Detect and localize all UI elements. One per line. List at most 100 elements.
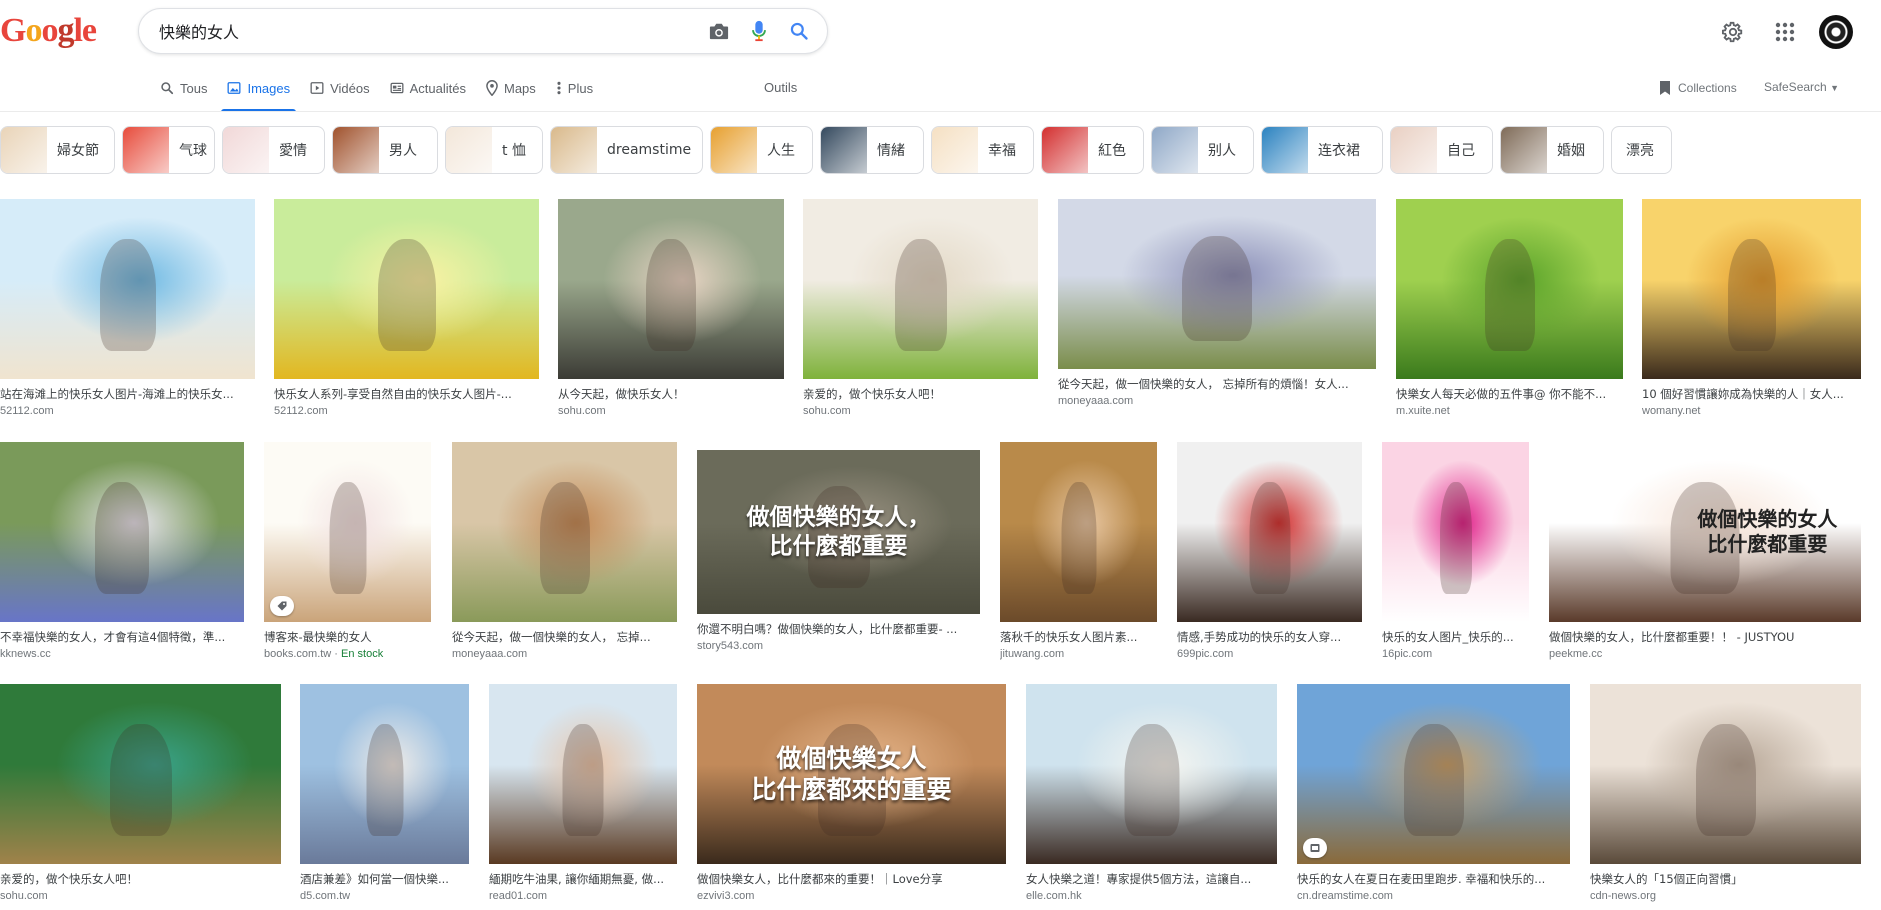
related-chip[interactable]: 别人 bbox=[1151, 126, 1254, 174]
search-input[interactable] bbox=[159, 21, 699, 41]
image-result[interactable]: 酒店兼差》如何當一個快樂... d5.com.tw bbox=[300, 684, 469, 904]
result-thumbnail[interactable] bbox=[1058, 199, 1376, 369]
result-thumbnail[interactable] bbox=[1177, 442, 1362, 622]
result-caption[interactable]: 从今天起，做快乐女人！ bbox=[558, 387, 784, 402]
image-result[interactable]: 做個快樂女人 比什麼都來的重要 做個快樂女人，比什麼都來的重要！｜Love分享 ez… bbox=[697, 684, 1006, 904]
result-caption[interactable]: 快樂女人每天必做的五件事@ 你不能不... bbox=[1396, 387, 1623, 402]
result-thumbnail[interactable] bbox=[274, 199, 539, 379]
related-chip[interactable]: dreamstime bbox=[550, 126, 703, 174]
source-domain: elle.com.hk bbox=[1026, 890, 1082, 902]
result-thumbnail[interactable] bbox=[0, 199, 255, 379]
related-chip[interactable]: 人生 bbox=[710, 126, 813, 174]
result-caption[interactable]: 從今天起，做一個快樂的女人， 忘掉... bbox=[452, 630, 677, 645]
result-caption[interactable]: 酒店兼差》如何當一個快樂... bbox=[300, 872, 469, 887]
result-caption[interactable]: 10 個好習慣讓妳成為快樂的人｜女人... bbox=[1642, 387, 1861, 402]
image-result[interactable]: 10 個好習慣讓妳成為快樂的人｜女人... womany.net bbox=[1642, 199, 1861, 419]
image-result[interactable]: 从今天起，做快乐女人！ sohu.com bbox=[558, 199, 784, 419]
collections-button[interactable]: Collections bbox=[1658, 80, 1737, 96]
tab-vidos[interactable]: Vidéos bbox=[300, 70, 380, 106]
image-result[interactable]: 快乐的女人在夏日在麦田里跑步. 幸福和快乐的... cn.dreamstime.c… bbox=[1297, 684, 1570, 904]
result-thumbnail[interactable] bbox=[1396, 199, 1623, 379]
result-caption[interactable]: 站在海滩上的快乐女人图片-海滩上的快乐女... bbox=[0, 387, 255, 402]
result-caption[interactable]: 緬期吃牛油果, 讓你緬期無憂, 做... bbox=[489, 872, 677, 887]
related-chip[interactable]: 婦女節 bbox=[0, 126, 115, 174]
tab-actualits[interactable]: Actualités bbox=[380, 70, 476, 106]
tools-button[interactable]: Outils bbox=[764, 80, 797, 95]
image-result[interactable]: 亲爱的，做个快乐女人吧！ sohu.com bbox=[803, 199, 1038, 419]
result-thumbnail[interactable] bbox=[1382, 442, 1529, 622]
related-chip[interactable]: 连衣裙 bbox=[1261, 126, 1383, 174]
account-avatar[interactable] bbox=[1819, 15, 1853, 49]
result-thumbnail[interactable] bbox=[300, 684, 469, 864]
tab-plus[interactable]: Plus bbox=[546, 70, 603, 106]
image-result[interactable]: 站在海滩上的快乐女人图片-海滩上的快乐女... 52112.com bbox=[0, 199, 255, 419]
result-thumbnail[interactable] bbox=[803, 199, 1038, 379]
image-result[interactable]: 亲爱的，做个快乐女人吧！ sohu.com bbox=[0, 684, 281, 904]
result-caption[interactable]: 不幸福快樂的女人，才會有這4個特徵，準... bbox=[0, 630, 244, 645]
search-icon[interactable] bbox=[779, 11, 819, 51]
tab-tous[interactable]: Tous bbox=[150, 70, 217, 106]
related-chip[interactable]: 自己 bbox=[1390, 126, 1493, 174]
result-caption[interactable]: 從今天起，做一個快樂的女人， 忘掉所有的煩惱！女人... bbox=[1058, 377, 1376, 392]
image-result[interactable]: 從今天起，做一個快樂的女人， 忘掉所有的煩惱！女人... moneyaaa.com bbox=[1058, 199, 1376, 409]
result-thumbnail[interactable] bbox=[452, 442, 677, 622]
result-caption[interactable]: 亲爱的，做个快乐女人吧！ bbox=[803, 387, 1038, 402]
related-chip[interactable]: 愛情 bbox=[222, 126, 325, 174]
image-result[interactable]: 緬期吃牛油果, 讓你緬期無憂, 做... read01.com bbox=[489, 684, 677, 904]
logo-letter: G bbox=[0, 12, 26, 49]
image-result[interactable]: 情感,手势成功的快乐的女人穿... 699pic.com bbox=[1177, 442, 1362, 662]
result-thumbnail[interactable] bbox=[0, 684, 281, 864]
image-result[interactable]: 女人快樂之道！專家提供5個方法，這讓自... elle.com.hk bbox=[1026, 684, 1277, 904]
result-thumbnail[interactable] bbox=[1590, 684, 1861, 864]
related-chip[interactable]: t 恤 bbox=[445, 126, 543, 174]
safesearch-button[interactable]: SafeSearch ▼ bbox=[1764, 80, 1839, 94]
camera-icon[interactable] bbox=[699, 11, 739, 51]
image-result[interactable]: 快乐的女人图片_快乐的... 16pic.com bbox=[1382, 442, 1529, 662]
result-caption[interactable]: 亲爱的，做个快乐女人吧！ bbox=[0, 872, 281, 887]
tab-images[interactable]: Images bbox=[217, 70, 300, 112]
result-caption[interactable]: 快樂女人的「15個正向習慣」 bbox=[1590, 872, 1861, 887]
image-result[interactable]: 做個快樂的女人， 比什麼都重要你還不明白嗎？做個快樂的女人，比什麼都重要- ..… bbox=[697, 450, 980, 654]
result-caption[interactable]: 做個快樂的女人，比什麼都重要！！ - JUSTYOU bbox=[1549, 630, 1861, 645]
related-chip[interactable]: 漂亮 bbox=[1611, 126, 1672, 174]
result-thumbnail[interactable]: 做個快樂的女人 比什麼都重要 bbox=[1549, 442, 1861, 622]
related-chip[interactable]: 气球 bbox=[122, 126, 215, 174]
result-thumbnail[interactable]: 做個快樂女人 比什麼都來的重要 bbox=[697, 684, 1006, 864]
result-caption[interactable]: 你還不明白嗎？做個快樂的女人，比什麼都重要- ... bbox=[697, 622, 980, 637]
image-result[interactable]: 不幸福快樂的女人，才會有這4個特徵，準... kknews.cc bbox=[0, 442, 244, 662]
related-chip[interactable]: 幸福 bbox=[931, 126, 1034, 174]
result-caption[interactable]: 做個快樂女人，比什麼都來的重要！｜Love分享 bbox=[697, 872, 1006, 887]
result-thumbnail[interactable]: 做個快樂的女人， 比什麼都重要 bbox=[697, 450, 980, 614]
result-thumbnail[interactable] bbox=[1642, 199, 1861, 379]
result-caption[interactable]: 情感,手势成功的快乐的女人穿... bbox=[1177, 630, 1362, 645]
image-result[interactable]: 快樂女人的「15個正向習慣」 cdn-news.org bbox=[1590, 684, 1861, 904]
image-result[interactable]: 快樂女人每天必做的五件事@ 你不能不... m.xuite.net bbox=[1396, 199, 1623, 419]
result-thumbnail[interactable] bbox=[1000, 442, 1157, 622]
image-result[interactable]: 從今天起，做一個快樂的女人， 忘掉... moneyaaa.com bbox=[452, 442, 677, 662]
result-thumbnail[interactable] bbox=[1026, 684, 1277, 864]
apps-grid-icon[interactable] bbox=[1767, 14, 1803, 50]
result-thumbnail[interactable] bbox=[264, 442, 431, 622]
result-thumbnail[interactable] bbox=[1297, 684, 1570, 864]
result-caption[interactable]: 博客來-最快樂的女人 bbox=[264, 630, 431, 645]
google-logo[interactable]: Google bbox=[0, 8, 97, 54]
result-thumbnail[interactable] bbox=[489, 684, 677, 864]
image-result[interactable]: 做個快樂的女人 比什麼都重要做個快樂的女人，比什麼都重要！！ - JUSTYOU… bbox=[1549, 442, 1861, 662]
image-result[interactable]: 落秋千的快乐女人图片素... jituwang.com bbox=[1000, 442, 1157, 662]
microphone-icon[interactable] bbox=[739, 11, 779, 51]
related-chip[interactable]: 男人 bbox=[332, 126, 438, 174]
result-thumbnail[interactable] bbox=[0, 442, 244, 622]
result-caption[interactable]: 快乐的女人图片_快乐的... bbox=[1382, 630, 1529, 645]
related-chip[interactable]: 婚姻 bbox=[1500, 126, 1604, 174]
result-caption[interactable]: 快乐的女人在夏日在麦田里跑步. 幸福和快乐的... bbox=[1297, 872, 1570, 887]
image-result[interactable]: 快乐女人系列-享受自然自由的快乐女人图片-... 52112.com bbox=[274, 199, 539, 419]
result-thumbnail[interactable] bbox=[558, 199, 784, 379]
related-chip[interactable]: 情緒 bbox=[820, 126, 924, 174]
settings-gear-icon[interactable] bbox=[1715, 14, 1751, 50]
image-result[interactable]: 博客來-最快樂的女人 books.com.tw · En stock bbox=[264, 442, 431, 662]
result-caption[interactable]: 女人快樂之道！專家提供5個方法，這讓自... bbox=[1026, 872, 1277, 887]
related-chip[interactable]: 紅色 bbox=[1041, 126, 1144, 174]
result-caption[interactable]: 快乐女人系列-享受自然自由的快乐女人图片-... bbox=[274, 387, 539, 402]
result-caption[interactable]: 落秋千的快乐女人图片素... bbox=[1000, 630, 1157, 645]
tab-maps[interactable]: Maps bbox=[476, 70, 546, 106]
